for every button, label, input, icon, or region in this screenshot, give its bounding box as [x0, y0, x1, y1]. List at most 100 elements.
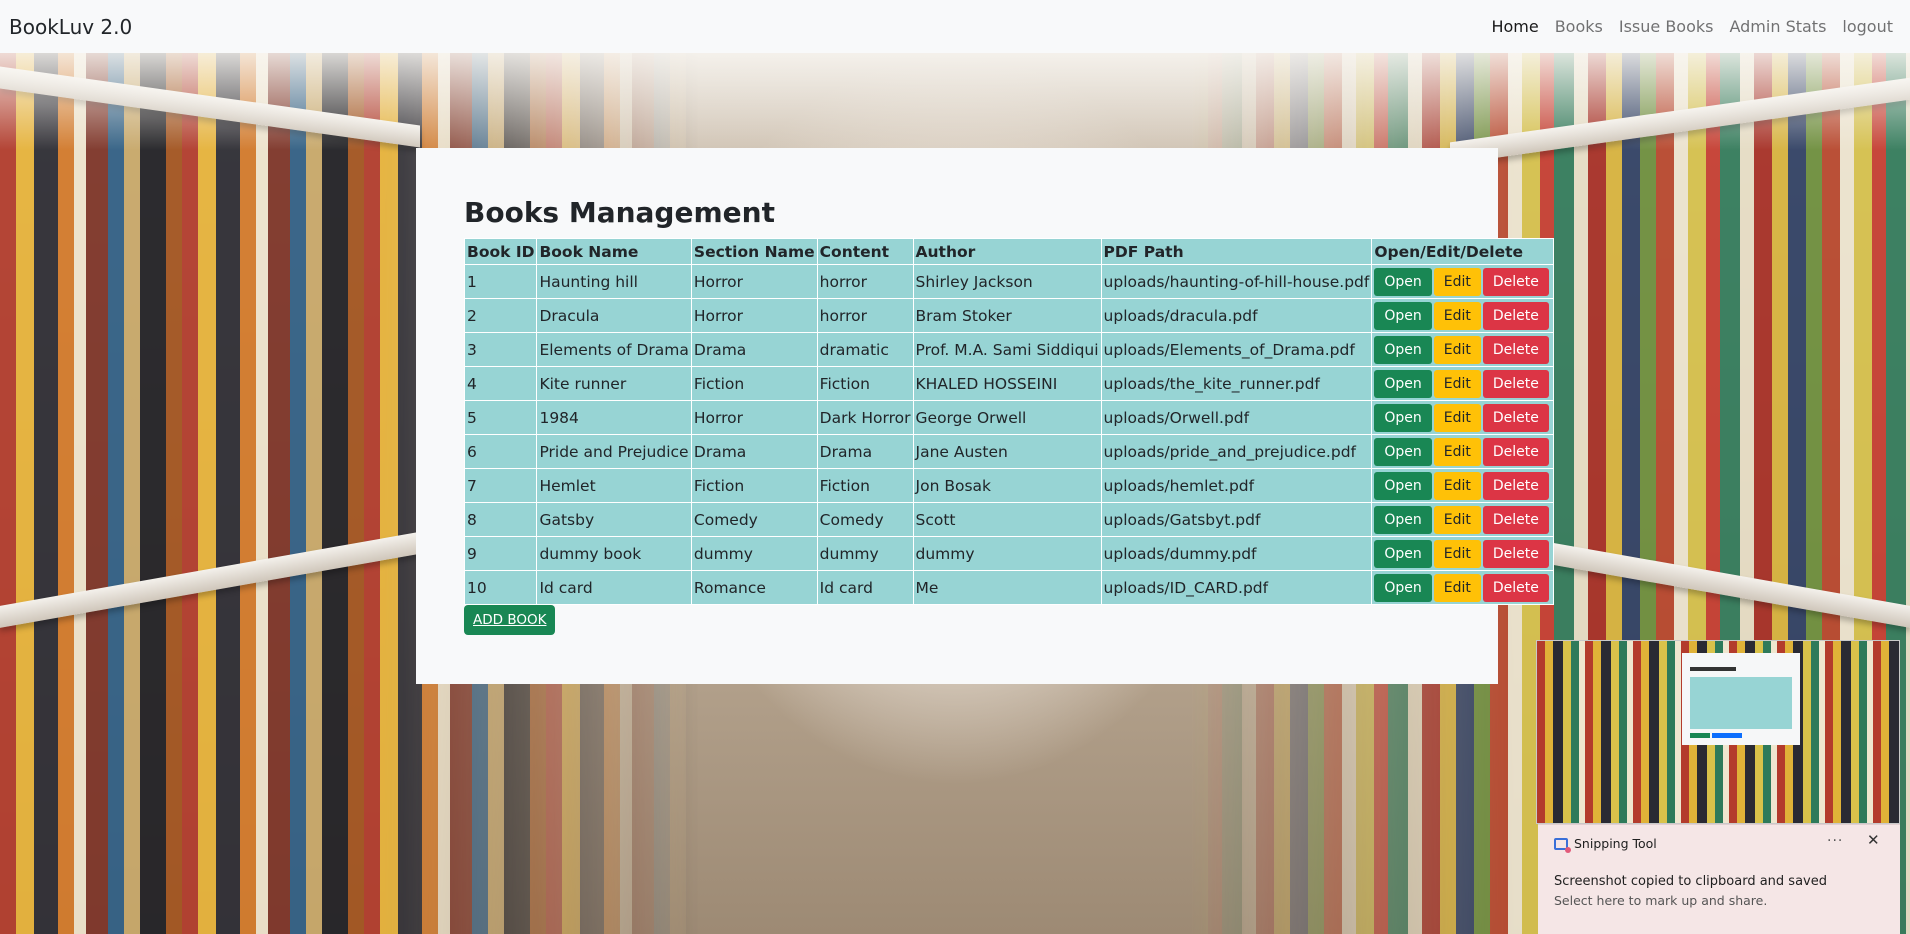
nav-link-issue-books[interactable]: Issue Books	[1611, 17, 1722, 36]
delete-button[interactable]: Delete	[1482, 539, 1549, 568]
table-row: 6 Pride and Prejudice Drama Drama Jane Auste…	[463, 434, 1554, 469]
delete-button[interactable]: Delete	[1482, 505, 1549, 534]
top-navbar: BookLuv 2.0 Home Books Issue Books Admin…	[0, 0, 1910, 53]
nav-link-home[interactable]: Home	[1483, 17, 1546, 36]
table-row: 10 Id card Romance Id card Me uploads/ID_CARD…	[463, 570, 1554, 605]
open-button[interactable]: Open	[1374, 505, 1432, 534]
open-button[interactable]: Open	[1374, 301, 1432, 330]
screenshot-thumbnail[interactable]	[1536, 640, 1900, 824]
open-button[interactable]: Open	[1374, 369, 1432, 398]
cell-actions: Open Edit Delete	[1371, 400, 1554, 435]
snipping-tool-toast[interactable]: Snipping Tool ··· ✕ Screenshot copied to…	[1538, 824, 1900, 934]
cell-section-name: Comedy	[690, 502, 818, 537]
open-button[interactable]: Open	[1374, 437, 1432, 466]
cell-author: KHALED HOSSEINI	[912, 366, 1102, 401]
cell-section-name: dummy	[690, 536, 818, 571]
delete-button[interactable]: Delete	[1482, 369, 1549, 398]
delete-button[interactable]: Delete	[1482, 301, 1549, 330]
column-header-book-name: Book Name	[536, 238, 692, 265]
nav-link-admin-stats[interactable]: Admin Stats	[1721, 17, 1834, 36]
cell-actions: Open Edit Delete	[1371, 298, 1554, 333]
cell-book-name: Hemlet	[536, 468, 692, 503]
table-row: 8 Gatsby Comedy Comedy Scott uploads/Gatsbyt.…	[463, 502, 1554, 537]
open-button[interactable]: Open	[1374, 573, 1432, 602]
cell-section-name: Fiction	[690, 468, 818, 503]
cell-actions: Open Edit Delete	[1371, 536, 1554, 571]
cell-book-id: 10	[463, 570, 538, 605]
cell-author: dummy	[912, 536, 1102, 571]
brand-logo[interactable]: BookLuv 2.0	[9, 15, 132, 39]
open-button[interactable]: Open	[1374, 471, 1432, 500]
delete-button[interactable]: Delete	[1482, 471, 1549, 500]
edit-button[interactable]: Edit	[1433, 403, 1481, 432]
cell-section-name: Fiction	[690, 366, 818, 401]
ceiling-light	[0, 40, 1910, 150]
edit-button[interactable]: Edit	[1433, 437, 1481, 466]
nav-link-books[interactable]: Books	[1547, 17, 1611, 36]
cell-book-name: Kite runner	[536, 366, 692, 401]
cell-content: Fiction	[816, 366, 914, 401]
cell-author: Shirley Jackson	[912, 264, 1102, 299]
cell-book-name: 1984	[536, 400, 692, 435]
cell-pdf-path: uploads/dracula.pdf	[1100, 298, 1373, 333]
cell-book-name: dummy book	[536, 536, 692, 571]
open-button[interactable]: Open	[1374, 539, 1432, 568]
cell-pdf-path: uploads/Gatsbyt.pdf	[1100, 502, 1373, 537]
table-row: 9 dummy book dummy dummy dummy uploads/dummy.…	[463, 536, 1554, 571]
cell-content: dramatic	[816, 332, 914, 367]
delete-button[interactable]: Delete	[1482, 437, 1549, 466]
open-button[interactable]: Open	[1374, 267, 1432, 296]
edit-button[interactable]: Edit	[1433, 335, 1481, 364]
edit-button[interactable]: Edit	[1433, 573, 1481, 602]
cell-book-id: 4	[463, 366, 538, 401]
cell-book-id: 7	[463, 468, 538, 503]
edit-button[interactable]: Edit	[1433, 539, 1481, 568]
cell-book-id: 2	[463, 298, 538, 333]
toast-sub-message: Select here to mark up and share.	[1554, 893, 1768, 908]
open-button[interactable]: Open	[1374, 335, 1432, 364]
cell-book-id: 5	[463, 400, 538, 435]
edit-button[interactable]: Edit	[1433, 267, 1481, 296]
cell-section-name: Romance	[690, 570, 818, 605]
books-management-card: Books Management Book ID Book Name Secti…	[416, 148, 1554, 684]
cell-content: Drama	[816, 434, 914, 469]
cell-book-name: Dracula	[536, 298, 692, 333]
cell-book-name: Id card	[536, 570, 692, 605]
cell-book-id: 8	[463, 502, 538, 537]
delete-button[interactable]: Delete	[1482, 267, 1549, 296]
thumbnail-preview	[1682, 653, 1800, 745]
edit-button[interactable]: Edit	[1433, 471, 1481, 500]
column-header-content: Content	[816, 238, 914, 265]
cell-section-name: Drama	[690, 434, 818, 469]
add-book-button[interactable]: ADD BOOK	[464, 605, 556, 635]
cell-content: dummy	[816, 536, 914, 571]
edit-button[interactable]: Edit	[1433, 369, 1481, 398]
cell-pdf-path: uploads/the_kite_runner.pdf	[1100, 366, 1373, 401]
cell-author: Jon Bosak	[912, 468, 1102, 503]
cell-section-name: Drama	[690, 332, 818, 367]
column-header-book-id: Book ID	[463, 238, 538, 265]
close-icon[interactable]: ✕	[1867, 831, 1880, 849]
delete-button[interactable]: Delete	[1482, 403, 1549, 432]
cell-actions: Open Edit Delete	[1371, 570, 1554, 605]
cell-book-id: 3	[463, 332, 538, 367]
snipping-tool-icon	[1554, 837, 1571, 853]
table-row: 3 Elements of Drama Drama dramatic Prof. M.A…	[463, 332, 1554, 367]
cell-book-id: 1	[463, 264, 538, 299]
nav-link-logout[interactable]: logout	[1834, 17, 1901, 36]
cell-content: Id card	[816, 570, 914, 605]
delete-button[interactable]: Delete	[1482, 335, 1549, 364]
delete-button[interactable]: Delete	[1482, 573, 1549, 602]
cell-actions: Open Edit Delete	[1371, 434, 1554, 469]
toast-message: Screenshot copied to clipboard and saved	[1554, 874, 1827, 889]
cell-pdf-path: uploads/haunting-of-hill-house.pdf	[1100, 264, 1373, 299]
edit-button[interactable]: Edit	[1433, 505, 1481, 534]
cell-book-name: Haunting hill	[536, 264, 692, 299]
cell-pdf-path: uploads/ID_CARD.pdf	[1100, 570, 1373, 605]
more-options-icon[interactable]: ···	[1827, 833, 1843, 849]
cell-actions: Open Edit Delete	[1371, 264, 1554, 299]
table-row: 5 1984 Horror Dark Horror George Orwell uploa…	[463, 400, 1554, 435]
open-button[interactable]: Open	[1374, 403, 1432, 432]
cell-pdf-path: uploads/hemlet.pdf	[1100, 468, 1373, 503]
edit-button[interactable]: Edit	[1433, 301, 1481, 330]
